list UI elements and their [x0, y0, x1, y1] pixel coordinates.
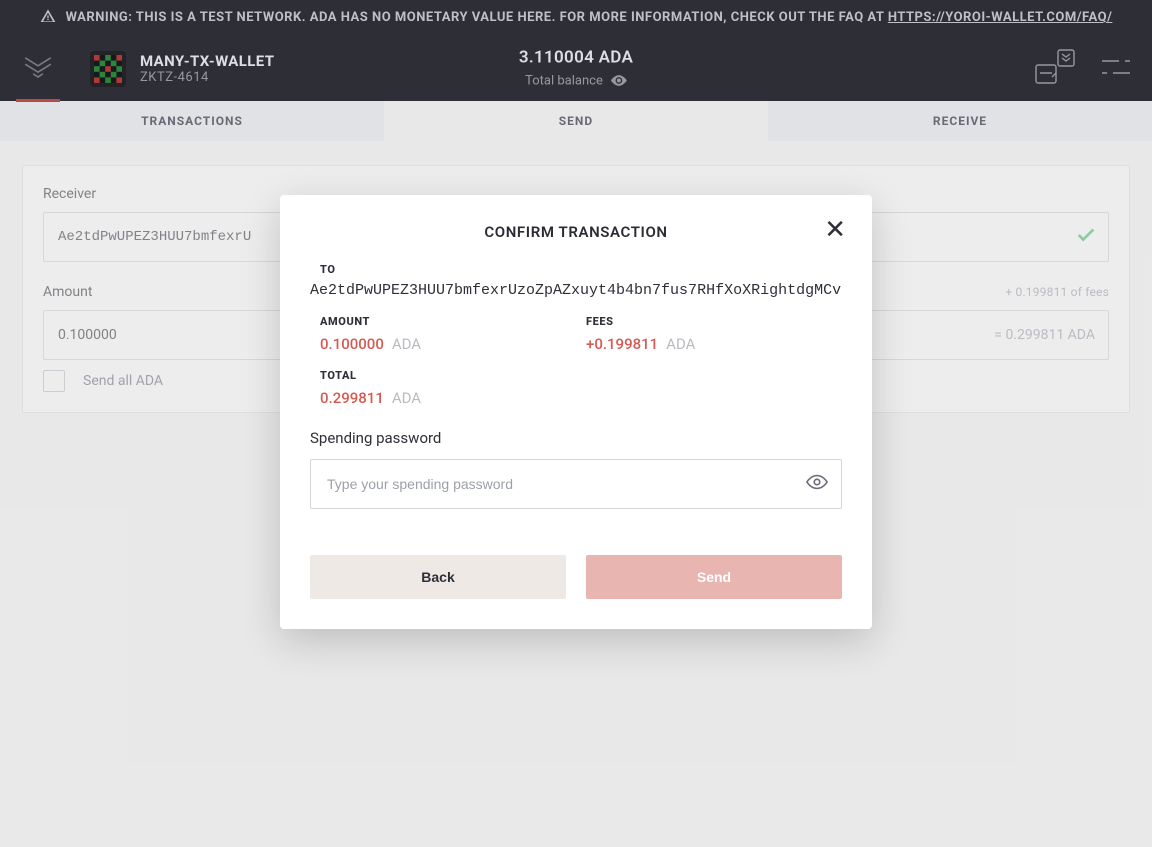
fees-heading: FEES	[586, 315, 842, 328]
send-button[interactable]: Send	[586, 555, 842, 599]
spending-password-input[interactable]	[310, 459, 842, 509]
close-icon[interactable]: ✕	[824, 217, 846, 243]
total-value: 0.299811	[320, 389, 384, 407]
back-button[interactable]: Back	[310, 555, 566, 599]
modal-title: CONFIRM TRANSACTION	[310, 223, 842, 241]
amount-value: 0.100000	[320, 335, 384, 353]
to-address: Ae2tdPwUPEZ3HUU7bmfexrUzoZpAZxuyt4b4bn7f…	[310, 282, 842, 299]
password-label: Spending password	[310, 429, 842, 447]
eye-icon[interactable]	[806, 474, 828, 494]
to-label: TO	[320, 263, 842, 276]
amount-currency: ADA	[392, 335, 421, 353]
modal-overlay: CONFIRM TRANSACTION ✕ TO Ae2tdPwUPEZ3HUU…	[0, 0, 1152, 847]
total-heading: TOTAL	[320, 369, 842, 382]
fees-currency: ADA	[666, 335, 695, 353]
total-currency: ADA	[392, 389, 421, 407]
amount-heading: AMOUNT	[320, 315, 576, 328]
fees-value: +0.199811	[586, 335, 658, 353]
confirm-transaction-modal: CONFIRM TRANSACTION ✕ TO Ae2tdPwUPEZ3HUU…	[280, 195, 872, 629]
